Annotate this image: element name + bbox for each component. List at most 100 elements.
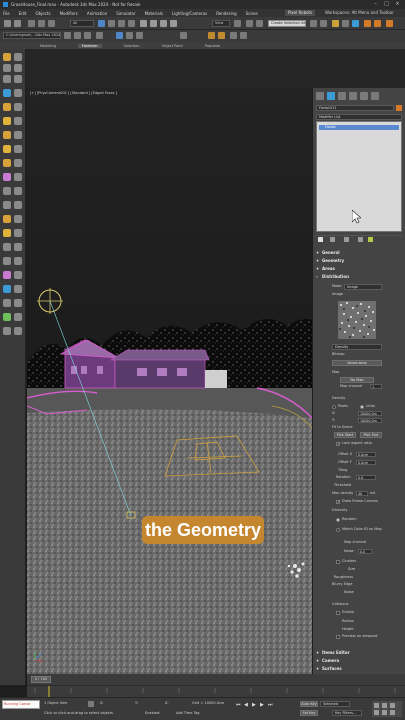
noise-spinner[interactable]: 0.0	[358, 549, 372, 554]
plugin-icon[interactable]	[3, 327, 11, 335]
measure-icon[interactable]	[14, 187, 22, 195]
menu-objects[interactable]: Objects	[35, 11, 50, 16]
random-radio[interactable]	[336, 518, 340, 522]
tab-freeform[interactable]: Freeform	[77, 43, 102, 48]
named-selection-set-dropdown[interactable]: Create Selection Se	[268, 20, 306, 27]
box-icon[interactable]	[14, 89, 22, 97]
rendered-frame-window-icon[interactable]	[374, 20, 381, 27]
create-tab-icon[interactable]	[316, 92, 324, 100]
helper-icon[interactable]	[14, 75, 22, 83]
make-unique-icon[interactable]	[344, 237, 349, 242]
rollout-camera[interactable]: + Camera	[316, 658, 402, 664]
units-radio[interactable]	[360, 405, 364, 409]
quick-render-icon[interactable]	[136, 32, 143, 39]
toggle-ribbon-icon[interactable]	[116, 32, 123, 39]
daylight-icon[interactable]	[3, 229, 11, 237]
bind-space-warp-icon[interactable]	[48, 20, 55, 27]
globe-icon[interactable]	[3, 285, 11, 293]
tab-modeling[interactable]: Modeling	[40, 44, 56, 48]
hierarchy-tab-icon[interactable]	[338, 92, 346, 100]
proxy-icon[interactable]	[14, 215, 22, 223]
help-icon[interactable]	[14, 327, 22, 335]
selected-dropdown[interactable]: Selected	[320, 701, 350, 707]
tab-selection[interactable]: Selection	[124, 44, 140, 48]
material-editor-icon[interactable]	[352, 20, 359, 27]
snap-toggle-icon[interactable]	[246, 20, 253, 27]
clusters-checkbox[interactable]	[336, 560, 340, 564]
image-type-dropdown[interactable]: Density	[332, 344, 382, 350]
go-to-start-icon[interactable]: ⏮	[236, 702, 241, 708]
spacing-icon[interactable]	[14, 257, 22, 265]
library-icon[interactable]	[230, 32, 237, 39]
railclone-icon[interactable]	[218, 32, 225, 39]
display-tab-icon[interactable]	[360, 92, 368, 100]
region-select-icon[interactable]	[118, 20, 125, 27]
rotate-icon[interactable]	[150, 20, 157, 27]
settings-icon[interactable]	[14, 299, 22, 307]
pixels-radio[interactable]	[332, 405, 336, 409]
menu-file[interactable]: File	[3, 11, 10, 16]
menu-edit[interactable]: Edit	[19, 11, 27, 16]
rollout-surfaces[interactable]: + Surfaces	[316, 666, 402, 672]
xref-icon[interactable]	[14, 229, 22, 237]
max-density-spinner[interactable]: 40	[356, 491, 368, 496]
array-icon[interactable]	[14, 201, 22, 209]
play-icon[interactable]: ▶	[252, 702, 256, 708]
map-channel-spinner[interactable]: 1	[370, 384, 382, 389]
wind-icon[interactable]	[14, 131, 22, 139]
zoom-all-icon[interactable]	[382, 703, 387, 708]
script-icon[interactable]	[3, 299, 11, 307]
menu-modifiers[interactable]: Modifiers	[60, 11, 78, 16]
grass-icon[interactable]	[3, 313, 11, 321]
render-production-icon[interactable]	[386, 20, 393, 27]
bitmap-button[interactable]: dense.bmp	[332, 360, 382, 366]
window-crossing-icon[interactable]	[128, 20, 135, 27]
group-icon[interactable]	[3, 243, 11, 251]
y-size-spinner[interactable]: 18000.0m	[358, 418, 382, 423]
menu-scene[interactable]: Scene	[246, 11, 258, 16]
foliage-icon[interactable]	[3, 215, 11, 223]
rollout-distribution[interactable]: – Distribution	[316, 274, 402, 280]
zoom-extents-icon[interactable]	[390, 703, 395, 708]
modifier-stack-item-forest[interactable]: Forest	[319, 125, 399, 130]
maxscript-listener[interactable]: Running Conse	[2, 700, 40, 709]
hierarchy-icon[interactable]	[3, 64, 11, 72]
set-key-button[interactable]: Set Key	[300, 710, 318, 716]
pin-stack-icon[interactable]	[318, 237, 323, 242]
preview-collisions-checkbox[interactable]	[336, 635, 340, 639]
particle-icon[interactable]	[14, 117, 22, 125]
menu-lighting-cameras[interactable]: Lighting/Cameras	[172, 11, 207, 16]
tree-icon[interactable]	[3, 131, 11, 139]
layer-icon[interactable]	[96, 32, 103, 39]
camera-icon[interactable]	[3, 75, 11, 83]
lock-aspect-checkbox[interactable]	[336, 441, 340, 446]
rollout-general[interactable]: + General	[316, 250, 402, 256]
selection-filter-dropdown[interactable]: All	[70, 20, 94, 27]
uvw-icon[interactable]	[14, 271, 22, 279]
shape-icon[interactable]	[14, 103, 22, 111]
distribution-image-preview[interactable]	[338, 301, 376, 339]
modify-icon[interactable]	[14, 145, 22, 153]
tab-populate[interactable]: Populate	[205, 44, 220, 48]
grid-icon[interactable]	[3, 187, 11, 195]
mirror-icon[interactable]	[310, 20, 317, 27]
paint-icon[interactable]	[3, 173, 11, 181]
unlink-icon[interactable]	[38, 20, 45, 27]
render-icon[interactable]	[14, 285, 22, 293]
menu-animation[interactable]: Animation	[87, 11, 107, 16]
previous-frame-icon[interactable]: ◀	[244, 702, 248, 708]
scatter-icon[interactable]	[3, 159, 11, 167]
viewport-label[interactable]: [+] [PhysCamera002 ] [Standard ] [Edged …	[30, 91, 117, 95]
orbit-icon[interactable]	[390, 710, 395, 715]
link-icon[interactable]	[28, 20, 35, 27]
align-icon[interactable]	[320, 20, 327, 27]
motion-tab-icon[interactable]	[349, 92, 357, 100]
pick-start-button[interactable]: Pick Start	[334, 432, 356, 438]
select-object-icon[interactable]	[98, 20, 105, 27]
place-icon[interactable]	[170, 20, 177, 27]
rollout-geometry[interactable]: + Geometry	[316, 258, 402, 264]
draw-frame-checkbox[interactable]	[336, 499, 340, 504]
camera-viewport[interactable]: [+] [PhysCamera002 ] [Standard ] [Edged …	[27, 88, 312, 674]
go-to-end-icon[interactable]: ⏭	[268, 702, 273, 708]
align-tool-icon[interactable]	[14, 53, 22, 61]
